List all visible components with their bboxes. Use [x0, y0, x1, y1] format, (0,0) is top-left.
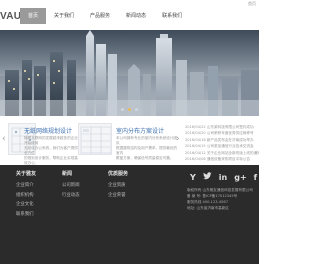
prev-arrow-icon[interactable]: ‹ — [2, 134, 6, 144]
site-logo[interactable]: VAU — [0, 11, 21, 22]
card-text-line: 覆盖方案，确保信号质量稳定可靠。 — [116, 156, 174, 160]
next-arrow-icon[interactable]: › — [176, 134, 180, 144]
footer-column-news: 新闻 公司新闻 行业动态 — [62, 170, 80, 200]
site-header: VAU 首页 首页 关于我们 产品服务 新闻动态 联系我们 — [0, 0, 259, 30]
footer-link[interactable]: 企业资质 — [108, 181, 128, 191]
nav-home[interactable]: 首页 — [20, 8, 47, 24]
footer-link[interactable]: 企业简介 — [16, 181, 36, 191]
card-text-line: 本公司拥有专业的室内分布系统设计团队 — [116, 136, 178, 145]
news-item[interactable]: 2016/04/15 公司参加通信行业技术交流会 — [185, 143, 259, 149]
footer-column-title: 关于雅友 — [16, 171, 37, 177]
slider-dot[interactable] — [135, 108, 138, 111]
slider-dots — [0, 108, 259, 111]
footer-info: 版权所有 山东雅友通信科技发展有限公司 备 案 号: 鲁ICP备17012345… — [187, 187, 259, 211]
linkedin-icon[interactable]: in — [219, 173, 227, 182]
nav-contact[interactable]: 联系我们 — [154, 8, 190, 24]
city-skyline-image — [0, 30, 259, 116]
card-description: 随着互联网的发展越来越多的企业开始使用 无纸化办公系统，我们为客户提供全方位 的… — [24, 136, 80, 166]
footer-link[interactable]: 组织机构 — [16, 191, 36, 201]
card-description: 本公司拥有专业的室内分布系统设计团队 根据建筑结构及用户需求，提供最优的室内 覆… — [116, 136, 178, 161]
slider-dot-active[interactable] — [128, 108, 131, 111]
featured-card[interactable]: 室内分布方案设计 本公司拥有专业的室内分布系统设计团队 根据建筑结构及用户需求，… — [78, 121, 178, 171]
youku-icon[interactable]: Y — [190, 173, 196, 182]
nav-news[interactable]: 新闻动态 — [118, 8, 154, 24]
card-title[interactable]: 室内分布方案设计 — [116, 126, 164, 135]
footer-column-about: 关于雅友 企业简介 组织机构 企业文化 联系我们 — [16, 170, 36, 219]
address-text: 地址: 山东省济南市高新区 — [187, 206, 229, 210]
card-title[interactable]: 无纸网络规划设计 — [24, 126, 72, 135]
footer-link[interactable]: 公司新闻 — [62, 181, 80, 191]
card-text-line: 随着互联网的发展越来越多的企业开始使用 — [24, 136, 78, 145]
social-links: Y in g+ f — [190, 172, 257, 182]
footer-link[interactable]: 联系我们 — [16, 210, 36, 220]
card-text-line: 根据建筑结构及用户需求，提供最优的室内 — [116, 146, 178, 155]
footer-column-service: 优质服务 企业资质 企业荣誉 — [108, 170, 128, 200]
footer-column-title: 新闻 — [62, 171, 73, 177]
card-thumbnail — [78, 123, 112, 155]
nav-about[interactable]: 关于我们 — [46, 8, 82, 24]
twitter-icon[interactable] — [202, 172, 212, 182]
slider-dot[interactable] — [121, 108, 124, 111]
hero-banner[interactable] — [0, 30, 259, 116]
featured-card[interactable]: 无纸网络规划设计 随着互联网的发展越来越多的企业开始使用 无纸化办公系统，我们为… — [8, 121, 78, 171]
footer-link[interactable]: 企业文化 — [16, 200, 36, 210]
facebook-icon[interactable]: f — [254, 173, 257, 182]
card-text-line: 无纸化办公系统，我们为客户提供全方位 — [24, 146, 78, 155]
footer-column-title: 优质服务 — [108, 171, 129, 177]
top-right-link[interactable]: 首页 — [248, 1, 256, 7]
site-footer: 关于雅友 企业简介 组织机构 企业文化 联系我们 新闻 公司新闻 行业动态 优质… — [0, 165, 259, 264]
nav-products[interactable]: 产品服务 — [82, 8, 118, 24]
main-nav: 首页 关于我们 产品服务 新闻动态 联系我们 — [20, 8, 190, 24]
news-item[interactable]: 2016/04/20 公司荣获年度优秀供应商称号 — [185, 130, 259, 136]
news-item[interactable]: 2016/04/08 通信设备采购项目中标公告 — [185, 156, 259, 162]
news-list: 2016/04/22 山东某科技有限公司签约成功 2016/04/20 公司荣获… — [185, 124, 259, 162]
footer-link[interactable]: 企业荣誉 — [108, 191, 128, 201]
footer-link[interactable]: 行业动态 — [62, 191, 80, 201]
google-plus-icon[interactable]: g+ — [234, 173, 246, 182]
